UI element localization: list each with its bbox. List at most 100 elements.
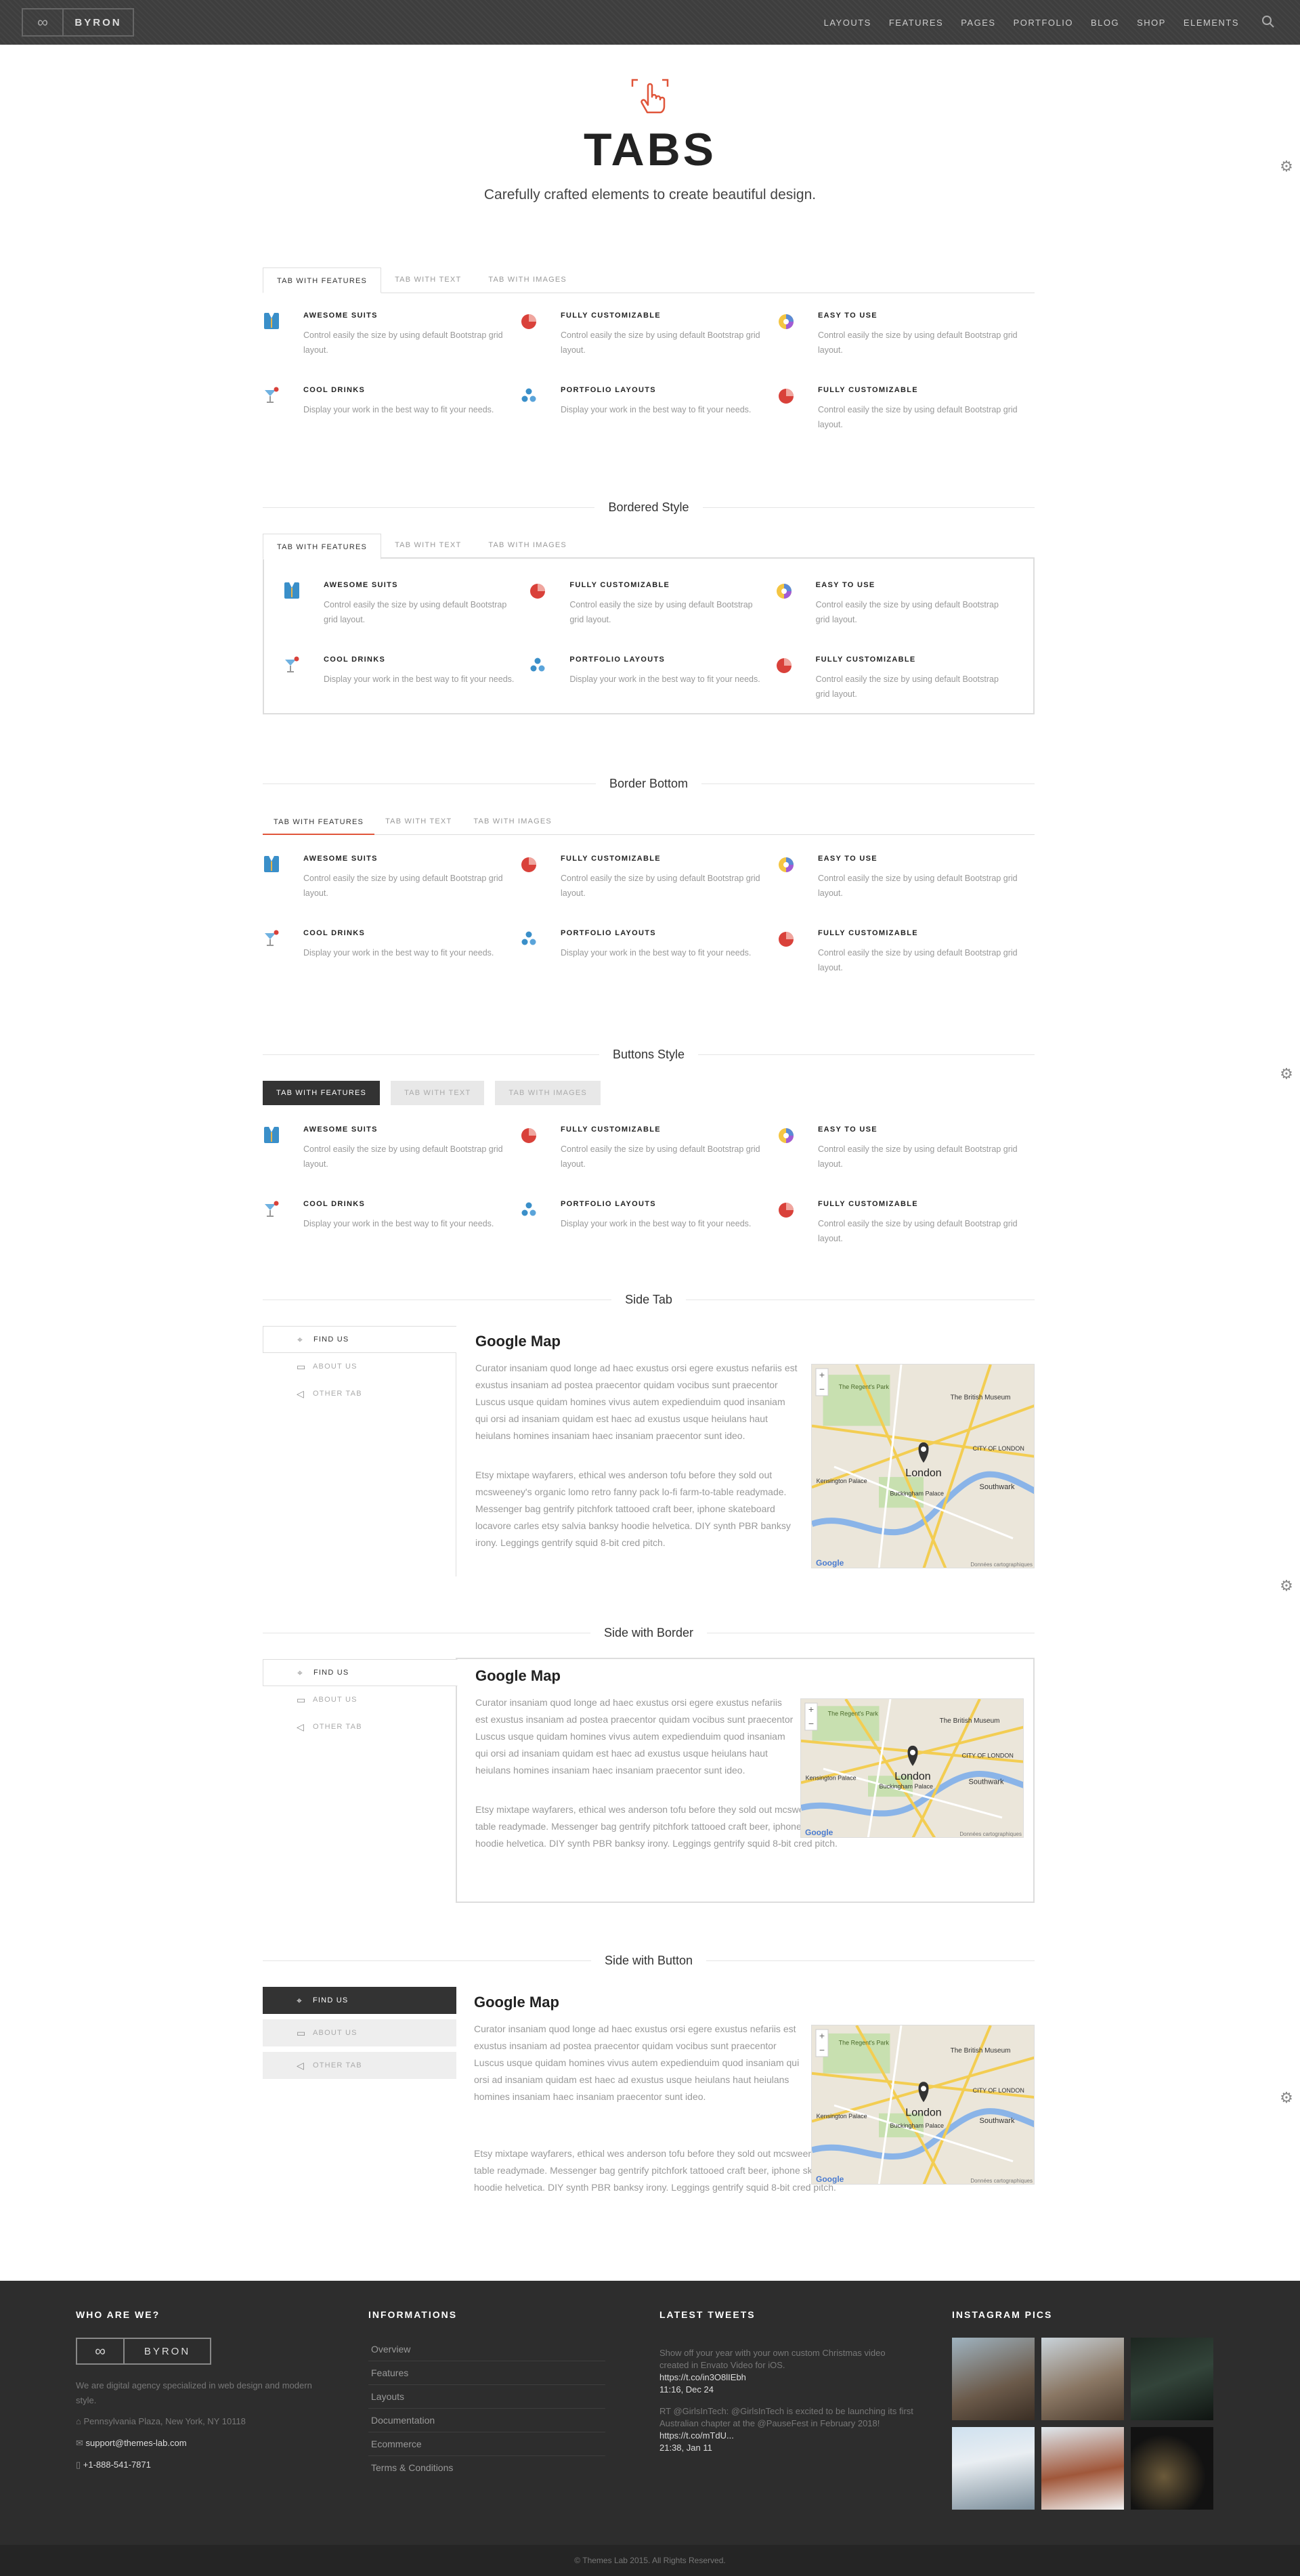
panel-text: Curator insaniam quod longe ad haec exus… <box>475 1362 798 1441</box>
zoom-in-button: + <box>819 2030 825 2041</box>
side-tab-other[interactable]: ◁ OTHER TAB <box>263 2052 456 2079</box>
settings-gear-icon[interactable]: ⚙ <box>1278 2090 1295 2106</box>
footer-heading: INFORMATIONS <box>368 2309 458 2320</box>
dots-icon <box>520 1200 538 1219</box>
nav-features[interactable]: FEATURES <box>889 18 943 28</box>
features-grid: AWESOME SUITS Control easily the size by … <box>283 581 1021 703</box>
nav-layouts[interactable]: LAYOUTS <box>824 18 871 28</box>
feature-text: Display your work in the best way to fit… <box>561 405 752 414</box>
settings-gear-icon[interactable]: ⚙ <box>1278 1066 1295 1082</box>
nav-shop[interactable]: SHOP <box>1137 18 1166 28</box>
nav-elements[interactable]: ELEMENTS <box>1184 18 1239 28</box>
feature-text: Control easily the size by using default… <box>303 330 503 355</box>
instagram-photo[interactable] <box>1041 2427 1124 2510</box>
footer-about: We are digital agency specialized in web… <box>76 2380 312 2405</box>
infinity-icon: ∞ <box>23 9 64 35</box>
instagram-photo[interactable] <box>1131 2338 1213 2420</box>
footer-link[interactable]: Ecommerce <box>368 2432 605 2456</box>
feature-title: FULLY CUSTOMIZABLE <box>818 1200 918 1208</box>
pie-chart-icon <box>520 312 538 330</box>
tab-text[interactable]: TAB WITH TEXT <box>374 809 462 834</box>
site-logo[interactable]: ∞ BYRON <box>22 8 134 37</box>
map-canvas[interactable]: London The British Museum The Regent's Par… <box>812 1365 1035 1568</box>
tab-images[interactable]: TAB WITH IMAGES <box>475 532 580 558</box>
map-label: Kensington Palace <box>806 1774 857 1781</box>
panel-text: Curator insaniam quod longe ad haec exus… <box>475 1697 794 1776</box>
side-tab-other[interactable]: ◁ OTHER TAB <box>263 1713 456 1740</box>
side-tab-about-us[interactable]: ▭ ABOUT US <box>263 1353 456 1380</box>
instagram-photo[interactable] <box>952 2338 1035 2420</box>
feature-title: COOL DRINKS <box>303 1200 366 1208</box>
footer-link[interactable]: Documentation <box>368 2409 605 2432</box>
instagram-photo[interactable] <box>1131 2427 1213 2510</box>
section-title: Bordered Style <box>263 497 1035 517</box>
search-icon[interactable] <box>1261 14 1276 29</box>
tab-bar: TAB WITH FEATURES TAB WITH TEXT TAB WITH… <box>263 532 1035 559</box>
features-grid: AWESOME SUITS Control easily the size by … <box>263 1125 1035 1247</box>
map-label: CITY OF LONDON <box>962 1753 1014 1759</box>
feature-title: AWESOME SUITS <box>303 1125 378 1134</box>
chat-icon: ▭ <box>297 2027 307 2038</box>
nav-portfolio[interactable]: PORTFOLIO <box>1014 18 1073 28</box>
google-map[interactable]: London The British Museum The Regent's Par… <box>800 1698 1024 1838</box>
footer-link[interactable]: Features <box>368 2361 605 2385</box>
feature-text: Control easily the size by using default… <box>303 1144 503 1169</box>
side-tab-find-us[interactable]: ⌖ FIND US <box>263 1326 456 1353</box>
feature-text: Display your work in the best way to fit… <box>303 1219 494 1228</box>
side-tab-find-us[interactable]: ⌖ FIND US <box>263 1987 456 2014</box>
feature-title: PORTFOLIO LAYOUTS <box>561 386 656 394</box>
color-wheel-icon <box>777 312 795 330</box>
side-tab-about-us[interactable]: ▭ ABOUT US <box>263 1686 456 1713</box>
map-label: Southwark <box>969 1778 1004 1786</box>
footer-link[interactable]: Overview <box>368 2338 605 2361</box>
footer-link[interactable]: Terms & Conditions <box>368 2456 605 2480</box>
tab-features[interactable]: TAB WITH FEATURES <box>263 1081 381 1105</box>
zoom-out-button: − <box>808 1718 814 1729</box>
map-label: CITY OF LONDON <box>973 1445 1024 1452</box>
tab-text[interactable]: TAB WITH TEXT <box>381 267 475 293</box>
tweet-link[interactable]: https://t.co/in3O8lIEbh <box>659 2372 746 2382</box>
feature-text: Display your work in the best way to fit… <box>324 674 515 684</box>
tab-features[interactable]: TAB WITH FEATURES <box>263 534 382 559</box>
side-tab-about-us[interactable]: ▭ ABOUT US <box>263 2019 456 2046</box>
tweet-time: 11:16, Dec 24 <box>659 2384 714 2395</box>
tab-text[interactable]: TAB WITH TEXT <box>381 532 475 558</box>
instagram-photo[interactable] <box>1041 2338 1124 2420</box>
instagram-photo[interactable] <box>952 2427 1035 2510</box>
tab-features[interactable]: TAB WITH FEATURES <box>263 267 382 293</box>
feature-text: Control easily the size by using default… <box>815 600 999 624</box>
side-tab-other[interactable]: ◁ OTHER TAB <box>263 1380 456 1407</box>
tab-text[interactable]: TAB WITH TEXT <box>391 1081 485 1105</box>
footer-logo[interactable]: ∞ BYRON <box>76 2338 211 2365</box>
side-tab-find-us[interactable]: ⌖ FIND US <box>263 1659 458 1686</box>
settings-gear-icon[interactable]: ⚙ <box>1278 1578 1295 1594</box>
footer-link[interactable]: Layouts <box>368 2385 605 2409</box>
megaphone-icon: ◁ <box>297 1388 305 1399</box>
feature-title: FULLY CUSTOMIZABLE <box>561 855 661 863</box>
tab-images[interactable]: TAB WITH IMAGES <box>462 809 563 834</box>
section-title: Buttons Style <box>263 1044 1035 1065</box>
map-label: Buckingham Palace <box>890 2122 945 2129</box>
tab-images[interactable]: TAB WITH IMAGES <box>495 1081 601 1105</box>
google-map[interactable]: London The British Museum The Regent's Par… <box>811 2025 1035 2185</box>
feature-title: FULLY CUSTOMIZABLE <box>561 1125 661 1134</box>
pie-chart-icon <box>777 1200 795 1219</box>
pie-chart-icon <box>520 855 538 874</box>
map-label-city: London <box>905 2107 941 2118</box>
feature-title: COOL DRINKS <box>324 656 386 664</box>
pie-chart-icon <box>529 581 546 600</box>
feature-title: AWESOME SUITS <box>303 855 378 863</box>
tab-features[interactable]: TAB WITH FEATURES <box>263 809 375 835</box>
tweet-link[interactable]: https://t.co/mTdU... <box>659 2430 734 2441</box>
map-label: Buckingham Palace <box>890 1490 945 1497</box>
nav-pages[interactable]: PAGES <box>961 18 995 28</box>
footer-email[interactable]: ✉ support@themes-lab.com <box>76 2438 187 2449</box>
google-map[interactable]: London The British Museum The Regent's Par… <box>811 1364 1035 1568</box>
map-canvas[interactable]: London The British Museum The Regent's Par… <box>801 1699 1024 1838</box>
map-canvas[interactable]: London The British Museum The Regent's Par… <box>812 2025 1035 2185</box>
copyright: © Themes Lab 2015. All Rights Reserved. <box>0 2545 1300 2576</box>
feature-text: Control easily the size by using default… <box>818 874 1018 898</box>
nav-blog[interactable]: BLOG <box>1091 18 1119 28</box>
tab-images[interactable]: TAB WITH IMAGES <box>475 267 580 293</box>
color-wheel-icon <box>777 855 795 874</box>
